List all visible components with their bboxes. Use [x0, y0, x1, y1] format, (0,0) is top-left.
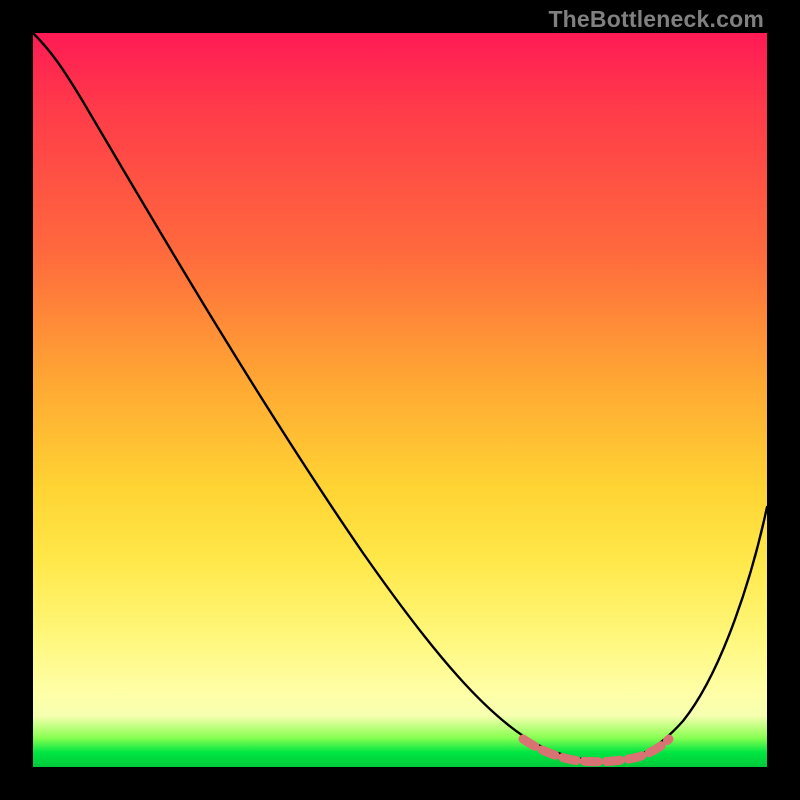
plot-area — [33, 33, 767, 767]
watermark-text: TheBottleneck.com — [548, 6, 764, 33]
bottleneck-curve-path — [33, 33, 767, 761]
curve-svg — [33, 33, 767, 767]
optimal-band-path — [523, 739, 669, 762]
chart-frame: TheBottleneck.com — [0, 0, 800, 800]
